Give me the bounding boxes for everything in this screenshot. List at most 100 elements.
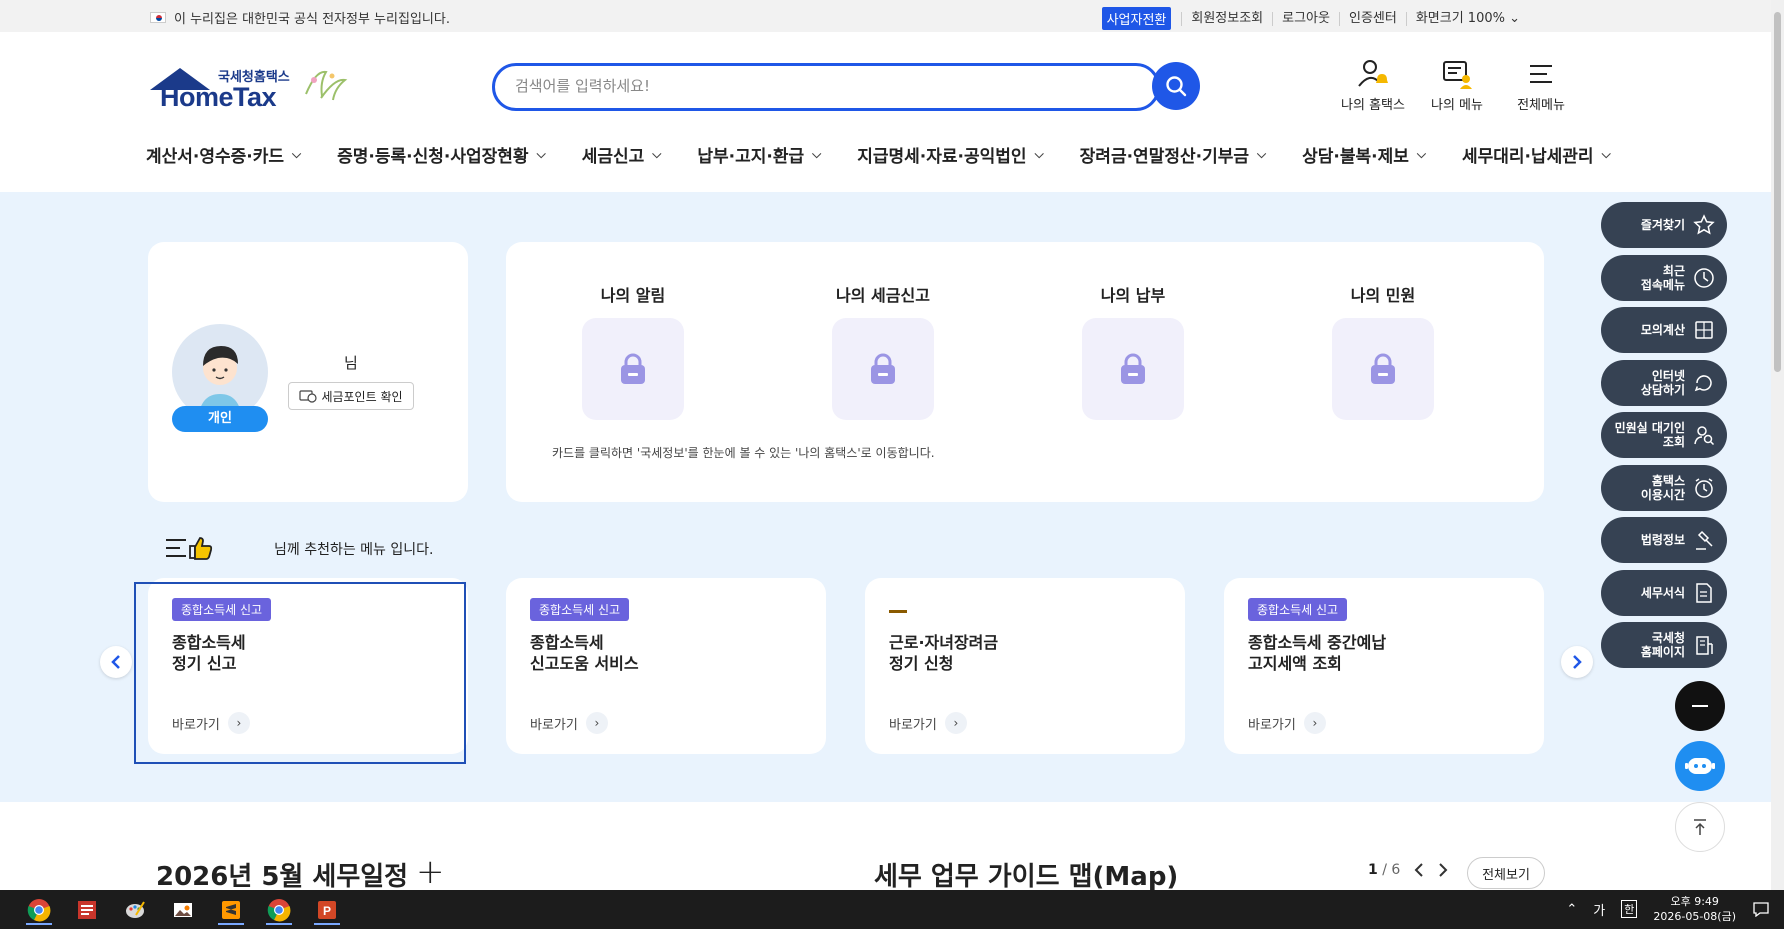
scrollbar-thumb[interactable] <box>1774 12 1781 372</box>
coin-card-icon <box>299 390 318 403</box>
sublime-text-icon <box>222 900 240 919</box>
guide-map-title: 세무 업무 가이드 맵(Map) <box>874 862 1179 890</box>
quick-label-2: 접속메뉴 <box>1640 277 1685 292</box>
korea-flag-icon <box>150 12 166 23</box>
quick-tax-forms-button[interactable]: 세무서식 <box>1601 569 1727 616</box>
gov-banner: 이 누리집은 대한민국 공식 전자정부 누리집입니다. 사업자전환 회원정보조회… <box>0 0 1771 32</box>
my-hometax-button[interactable]: 나의 홈택스 <box>1340 58 1406 113</box>
gnb-item-statements[interactable]: 지급명세·자료·공익법인 ⌵ <box>857 142 1043 167</box>
collapse-quick-menu-button[interactable] <box>1675 681 1725 731</box>
shortcut-link[interactable]: 바로가기 › <box>1248 712 1326 734</box>
gnb-item-incentive[interactable]: 장려금·연말정산·기부금 ⌵ <box>1080 142 1266 167</box>
gnb-item-invoice[interactable]: 계산서·영수증·카드 ⌵ <box>146 142 301 167</box>
chatbot-button[interactable] <box>1675 741 1725 791</box>
page-total: / 6 <box>1382 862 1401 878</box>
page-scrollbar[interactable] <box>1771 0 1784 890</box>
zoom-select[interactable]: 화면크기 100% ⌄ <box>1405 11 1529 26</box>
quick-label-2: 조회 <box>1662 435 1685 449</box>
gnb-item-consult[interactable]: 상담·불복·제보 ⌵ <box>1302 142 1426 167</box>
chevron-left-icon[interactable] <box>1414 863 1424 877</box>
image-viewer-icon <box>174 902 192 917</box>
chevron-up-icon[interactable]: ⌃ <box>1566 902 1577 917</box>
quick-label-2: 이용시간 <box>1640 487 1685 502</box>
notes-taskbar-button[interactable] <box>70 894 104 925</box>
gov-banner-text[interactable]: 이 누리집은 대한민국 공식 전자정부 누리집입니다. <box>174 8 450 27</box>
focus-outline <box>134 582 466 764</box>
all-menu-button[interactable]: 전체메뉴 <box>1508 58 1574 113</box>
search-icon <box>1166 76 1187 97</box>
search-button[interactable] <box>1152 62 1200 110</box>
chevron-right-icon[interactable] <box>1438 863 1448 877</box>
quick-calculator-button[interactable]: 모의계산 <box>1601 307 1727 353</box>
certificate-center-link[interactable]: 인증센터 <box>1338 11 1406 26</box>
my-notification-card[interactable]: 나의 알림 <box>582 282 684 420</box>
quick-nts-homepage-button[interactable]: 국세청 홈페이지 <box>1601 622 1727 668</box>
list-thumbs-up-icon <box>166 537 213 560</box>
profile-card: 개인 님 세금포인트 확인 <box>148 242 468 502</box>
chrome-taskbar-button[interactable] <box>22 894 56 925</box>
logo-title: HomeTax <box>160 82 277 112</box>
lock-icon <box>621 353 645 384</box>
my-menu-label: 나의 메뉴 <box>1431 98 1483 113</box>
view-all-button[interactable]: 전체보기 <box>1467 857 1545 889</box>
taskbar-apps: P <box>22 894 344 925</box>
gnb-label: 세무대리·납세관리 <box>1461 147 1594 167</box>
recommend-text: 님께 추천하는 메뉴 입니다. <box>274 542 434 558</box>
ime-hangul-indicator[interactable]: 한 <box>1621 900 1638 918</box>
gnb-item-certificate[interactable]: 증명·등록·신청·사업장현황 ⌵ <box>337 142 546 167</box>
shortcut-link[interactable]: 바로가기 › <box>530 712 608 734</box>
my-card-title: 나의 알림 <box>600 286 666 305</box>
quick-label: 모의계산 <box>1640 323 1685 337</box>
system-clock[interactable]: 오후 9:49 2026-05-08(금) <box>1653 894 1736 924</box>
carousel-next-button[interactable] <box>1561 646 1593 678</box>
business-switch-button[interactable]: 사업자전환 <box>1101 7 1172 30</box>
ime-mode-indicator[interactable]: 가 <box>1593 900 1605 919</box>
photos-taskbar-button[interactable] <box>166 894 200 925</box>
plus-icon[interactable]: + <box>416 852 445 890</box>
windows-taskbar: P ⌃ 가 한 오후 9:49 2026-05-08(금) <box>0 890 1784 929</box>
quick-label-2: 홈페이지 <box>1640 645 1685 659</box>
my-tax-filing-card[interactable]: 나의 세금신고 <box>832 282 934 420</box>
chrome-taskbar-button-2[interactable] <box>262 894 296 925</box>
recommend-card-4[interactable]: 종합소득세 신고 종합소득세 중간예납 고지세액 조회 바로가기 › <box>1224 578 1544 754</box>
paint-taskbar-button[interactable] <box>118 894 152 925</box>
search-input[interactable] <box>515 77 1075 95</box>
gavel-icon <box>1696 530 1713 550</box>
quick-favorites-button[interactable]: 즐겨찾기 <box>1601 202 1727 248</box>
tax-schedule-title: 2026년 5월 세무일정 <box>156 862 409 890</box>
scroll-top-button[interactable] <box>1675 802 1725 852</box>
recommend-card-3[interactable]: 근로·자녀장려금 정기 신청 바로가기 › <box>865 578 1185 754</box>
tax-point-button[interactable]: 세금포인트 확인 <box>288 382 414 410</box>
carousel-prev-button[interactable] <box>100 646 132 678</box>
my-civil-petition-card[interactable]: 나의 민원 <box>1332 282 1434 420</box>
gnb-item-payment[interactable]: 납부·고지·환급 ⌵ <box>697 142 821 167</box>
paint-palette-icon <box>126 900 145 918</box>
arrow-up-icon <box>1694 819 1706 835</box>
star-icon <box>1693 214 1715 235</box>
gnb-item-tax-filing[interactable]: 세금신고 ⌵ <box>582 142 662 167</box>
hometax-logo[interactable]: 국세청홈택스 HomeTax <box>146 64 356 116</box>
gnb-item-agent[interactable]: 세무대리·납세관리 ⌵ <box>1462 142 1611 167</box>
my-menu-button[interactable]: 나의 메뉴 <box>1424 58 1490 113</box>
quick-online-consult-button[interactable]: 인터넷 상담하기 <box>1601 359 1727 406</box>
powerpoint-taskbar-button[interactable]: P <box>310 894 344 925</box>
member-info-link[interactable]: 회원정보조회 <box>1181 11 1272 26</box>
chevron-down-icon: ⌵ <box>652 147 662 161</box>
tax-point-label: 세금포인트 확인 <box>321 389 403 404</box>
quick-recent-menu-button[interactable]: 최근 접속메뉴 <box>1601 254 1727 301</box>
quick-waiting-lookup-button[interactable]: 민원실 대기인 조회 <box>1601 412 1727 458</box>
svg-text:P: P <box>323 904 331 918</box>
chevron-down-icon: ⌵ <box>1416 147 1426 161</box>
sublime-taskbar-button[interactable] <box>214 894 248 925</box>
quick-service-hours-button[interactable]: 홈택스 이용시간 <box>1601 464 1727 511</box>
quick-label: 민원실 대기인 <box>1614 421 1685 435</box>
quick-legal-info-button[interactable]: 법령정보 <box>1601 517 1727 563</box>
gnb-label: 지급명세·자료·공익법인 <box>857 147 1027 167</box>
logout-link[interactable]: 로그아웃 <box>1272 11 1339 26</box>
my-payment-card[interactable]: 나의 납부 <box>1082 282 1184 420</box>
top-icon-menu: 나의 홈택스 나의 메뉴 전체메뉴 <box>1340 58 1574 113</box>
recommend-card-2[interactable]: 종합소득세 신고 종합소득세 신고도움 서비스 바로가기 › <box>506 578 826 754</box>
shortcut-link[interactable]: 바로가기 › <box>889 712 967 734</box>
category-dash <box>889 610 907 613</box>
notification-icon[interactable] <box>1752 901 1770 917</box>
